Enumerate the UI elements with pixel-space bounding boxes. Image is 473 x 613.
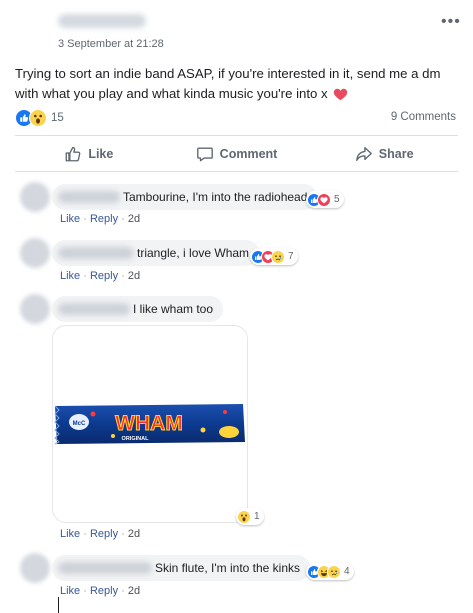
reaction-count: 1: [254, 511, 260, 522]
sad-icon: [327, 564, 341, 579]
comment-bubble[interactable]: I like wham too: [52, 296, 224, 322]
comment-meta: Like · Reply · 2d: [60, 528, 141, 540]
post-text: Trying to sort an indie band ASAP, if yo…: [15, 66, 441, 101]
facebook-post: 3 September at 21:28 ••• Trying to sort …: [0, 0, 473, 613]
comment-time[interactable]: 2d: [128, 270, 140, 282]
sad-icon: [271, 249, 285, 264]
reaction-count: 4: [344, 566, 350, 577]
commenter-name-blurred[interactable]: [58, 247, 134, 259]
comment-text: triangle, i love Wham: [137, 246, 250, 260]
avatar[interactable]: [20, 553, 50, 583]
comment-text: Skin flute, I'm into the kinks: [155, 561, 301, 575]
comment-reply-link[interactable]: Reply: [90, 528, 118, 540]
comment-reply-link[interactable]: Reply: [90, 213, 118, 225]
share-label: Share: [378, 147, 414, 161]
wow-icon: [29, 109, 47, 127]
comment-reactions[interactable]: 7: [250, 248, 298, 265]
sticker-image[interactable]: McC WHAM ORIGINAL: [52, 325, 248, 523]
comment-meta: Like · Reply · 2d: [60, 585, 141, 597]
wham-original-text: ORIGINAL: [122, 436, 150, 442]
comment-bubble[interactable]: Tambourine, I'm into the radiohead: [52, 184, 318, 210]
wham-logo-text: WHAM: [115, 412, 183, 435]
divider: [15, 135, 458, 136]
comment-count[interactable]: 9 Comments: [391, 111, 456, 123]
comment-reactions[interactable]: 1: [236, 508, 264, 525]
svg-text:McC: McC: [73, 421, 86, 427]
action-bar: Like Comment Share: [15, 138, 458, 170]
thumbs-up-icon: [65, 146, 81, 162]
comment-time[interactable]: 2d: [128, 528, 140, 540]
comment-label: Comment: [219, 147, 278, 161]
reaction-count: 5: [334, 194, 340, 205]
like-button[interactable]: Like: [15, 138, 163, 170]
comment-reactions[interactable]: 4: [306, 563, 354, 580]
wow-icon: [237, 509, 251, 524]
heart-icon: [334, 88, 348, 101]
comment-text: I like wham too: [133, 302, 214, 316]
comment-icon: [196, 147, 213, 162]
comment-reactions[interactable]: 5: [306, 191, 344, 208]
reaction-count: 7: [288, 251, 294, 262]
text-cursor: [58, 597, 59, 613]
reaction-count[interactable]: 15: [51, 112, 64, 124]
avatar[interactable]: [20, 182, 50, 212]
commenter-name-blurred[interactable]: [58, 562, 152, 574]
comment-like-link[interactable]: Like: [60, 528, 80, 540]
author-name-blurred[interactable]: [58, 14, 146, 28]
comment-button[interactable]: Comment: [163, 138, 311, 170]
comment-like-link[interactable]: Like: [60, 213, 80, 225]
comment-time[interactable]: 2d: [128, 585, 140, 597]
share-icon: [355, 147, 372, 161]
comment-reply-link[interactable]: Reply: [90, 270, 118, 282]
avatar[interactable]: [20, 294, 50, 324]
comment-time[interactable]: 2d: [128, 213, 140, 225]
wham-bar-image: McC WHAM ORIGINAL: [54, 404, 245, 445]
commenter-name-blurred[interactable]: [58, 303, 130, 315]
comment-meta: Like · Reply · 2d: [60, 270, 141, 282]
more-options-icon[interactable]: •••: [441, 13, 461, 31]
comment-text: Tambourine, I'm into the radiohead: [123, 190, 308, 204]
avatar[interactable]: [20, 238, 50, 268]
post-reactions[interactable]: 15: [15, 108, 64, 128]
comment-meta: Like · Reply · 2d: [60, 213, 141, 225]
love-icon: [317, 192, 331, 207]
commenter-name-blurred[interactable]: [58, 191, 120, 203]
post-body: Trying to sort an indie band ASAP, if yo…: [15, 64, 460, 104]
like-label: Like: [88, 147, 114, 161]
comment-reply-link[interactable]: Reply: [90, 585, 118, 597]
comment-like-link[interactable]: Like: [60, 270, 80, 282]
comment-bubble[interactable]: triangle, i love Wham: [52, 240, 260, 266]
share-button[interactable]: Share: [310, 138, 458, 170]
comment-bubble[interactable]: Skin flute, I'm into the kinks: [52, 555, 311, 581]
comment-like-link[interactable]: Like: [60, 585, 80, 597]
post-timestamp[interactable]: 3 September at 21:28: [58, 38, 164, 50]
